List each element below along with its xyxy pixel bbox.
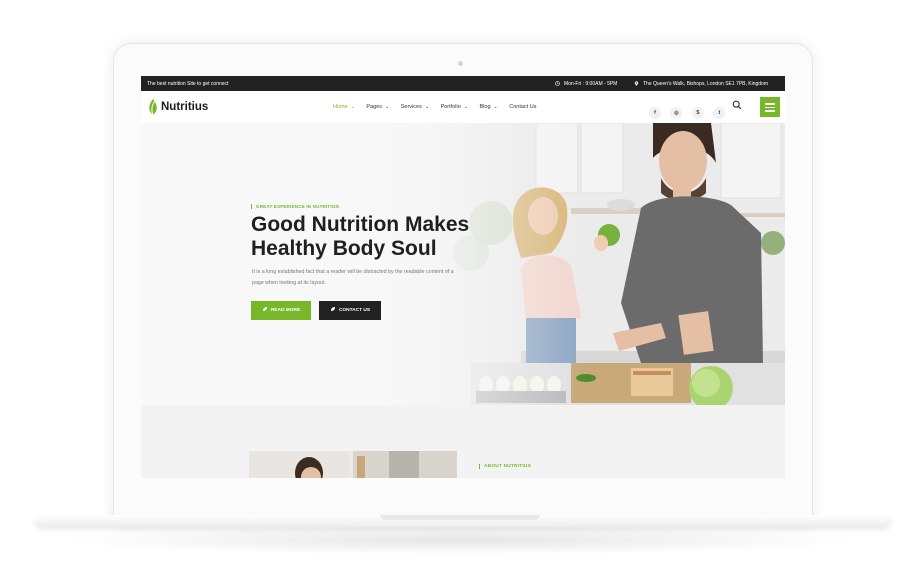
address-text: The Queen's Walk, Bishops, London SE1 7P… [643,81,769,87]
hero-title-line-2: Healthy Body Soul [251,237,437,260]
nav-portfolio-label: Portfolio [440,104,461,110]
nav-home-label: Home [333,104,348,110]
nav-pages[interactable]: Pages ⌄ [366,104,389,110]
nav-blog[interactable]: Blog ⌄ [480,104,498,110]
chevron-down-icon: ⌄ [463,104,468,110]
hamburger-line [765,106,775,108]
leaf-icon [330,306,336,312]
hero-title-line-1: Good Nutrition Makes [251,213,470,236]
main-menu: Home ⌄ Pages ⌄ Services ⌄ Portfolio ⌄ Blog ⌄ … [333,104,546,110]
hamburger-menu-button[interactable] [760,97,780,117]
tagline: The best nutrition Site to get connect [147,81,229,87]
top-info-bar: The best nutrition Site to get connect M… [141,76,785,91]
laptop-notch [380,515,540,520]
leaf-icon [262,306,268,312]
chevron-down-icon: ⌄ [350,104,355,110]
hamburger-line [765,110,775,112]
site-logo[interactable]: Nutritius [147,98,217,116]
hours-text: Mon-Fri : 9:00AM - 5PM [564,81,618,87]
nav-contact-label: Contact Us [509,104,537,110]
clock-icon [555,81,560,86]
facebook-icon[interactable]: f [649,107,661,119]
website-screen: The best nutrition Site to get connect M… [141,76,785,478]
contact-us-label: CONTACT US [338,308,371,313]
laptop-shadow [60,525,860,555]
hero-description: It is a long established fact that a rea… [252,269,454,286]
about-label: ABOUT NUTRITIUS [479,464,531,469]
twitter-icon[interactable]: t [713,107,726,119]
address: The Queen's Walk, Bishops, London SE1 7P… [634,81,768,87]
chevron-down-icon: ⌄ [424,104,430,110]
skype-icon[interactable]: S [691,107,704,119]
map-pin-icon [634,81,639,86]
read-more-button[interactable]: READ MORE [251,301,311,320]
about-image [249,451,457,478]
social-links: f ◎ S t [649,101,730,119]
nav-blog-label: Blog [479,104,491,110]
instagram-icon[interactable]: ◎ [670,107,683,119]
contact-us-button[interactable]: CONTACT US [319,301,381,320]
nav-pages-label: Pages [366,104,383,110]
search-button[interactable] [732,100,744,112]
nav-services-label: Services [400,104,422,110]
hero-title: Good Nutrition Makes Healthy Body Soul [251,213,511,261]
about-section: ABOUT NUTRITIUS [141,405,785,478]
chevron-down-icon: ⌄ [493,104,498,110]
read-more-label: READ MORE [270,308,301,313]
hamburger-line [765,103,775,105]
nav-portfolio[interactable]: Portfolio ⌄ [441,104,468,110]
camera-dot [458,61,463,66]
nav-contact[interactable]: Contact Us [509,104,536,110]
main-navbar: Nutritius Home ⌄ Pages ⌄ Services ⌄ Portfol… [141,91,785,123]
nav-home[interactable]: Home ⌄ [333,104,355,110]
leaf-logo-icon [149,99,157,116]
hero-subtitle: GREAT EXPERIENCE IN NUTRITION [251,204,339,209]
about-photo [249,451,457,478]
hero-fade-overlay [141,123,581,405]
hero-section: GREAT EXPERIENCE IN NUTRITION Good Nutri… [141,123,785,405]
brand-name: Nutritius [161,101,209,113]
search-icon [732,100,742,110]
chevron-down-icon: ⌄ [385,104,390,110]
nav-services[interactable]: Services ⌄ [401,104,429,110]
opening-hours: Mon-Fri : 9:00AM - 5PM [555,81,617,87]
